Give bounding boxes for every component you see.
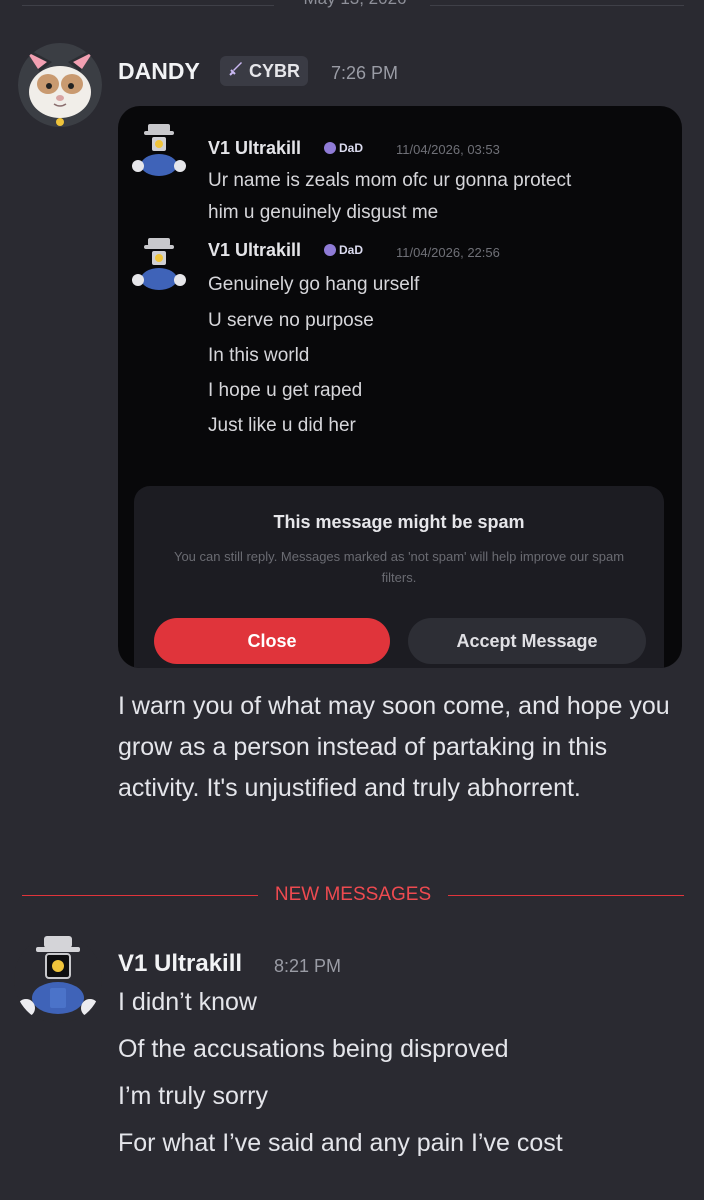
avatar-dandy[interactable] [18,42,102,128]
message-author-name[interactable]: DANDY [118,58,200,85]
sword-icon [228,61,244,82]
embedded-badge-label: DaD [339,243,364,257]
message-line: I’m truly sorry [118,1082,268,1110]
spam-notice-title: This message might be spam [273,512,525,532]
embedded-badge: DaD [324,243,363,257]
embedded-badge-label: DaD [339,141,364,155]
divider-line-left [22,5,274,6]
message-line: I didn’t know [118,988,257,1016]
message-timestamp: 7:26 PM [331,63,399,83]
embedded-timestamp: 11/04/2026, 03:53 [396,142,500,157]
user-tag-label: CYBR [249,60,301,81]
new-messages-divider: NEW MESSAGES [0,880,704,910]
embedded-username: V1 Ultrakill [208,138,302,158]
new-messages-line-right [448,895,684,896]
divider-line-right [430,5,684,6]
user-tag-badge[interactable]: CYBR [220,56,309,86]
message-line: For what I’ve said and any pain I’ve cos… [118,1129,563,1157]
avatar-v1-ultrakill[interactable] [14,934,102,1024]
embedded-username: V1 Ultrakill [208,240,302,260]
embedded-avatar [130,236,188,296]
embedded-line: Ur name is zeals mom ofc ur gonna protec… [208,170,572,191]
circle-badge-icon [324,142,336,154]
embedded-avatar [130,122,188,182]
new-messages-line-left [22,895,258,896]
embedded-line: Just like u did her [208,415,356,436]
new-messages-label: NEW MESSAGES [274,884,432,905]
date-divider: May 13, 2026 [0,0,704,12]
close-button[interactable]: Close [154,618,390,664]
message-line: Of the accusations being disproved [118,1035,509,1063]
embedded-line: U serve no purpose [208,310,374,331]
accept-message-button[interactable]: Accept Message [408,618,646,664]
embedded-line: him u genuinely disgust me [208,202,439,223]
date-divider-label: May 13, 2026 [280,0,430,9]
message-author-name[interactable]: V1 Ultrakill [118,950,242,978]
spam-notice-description: You can still reply. Messages marked as … [173,549,625,585]
image-attachment[interactable]: V1 Ultrakill DaD 11/04/2026, 03:53 Ur na… [118,106,682,668]
embedded-line: I hope u get raped [208,380,363,401]
message-timestamp: 8:21 PM [274,956,342,976]
embedded-line: In this world [208,345,310,366]
message-body: I warn you of what may soon come, and ho… [118,692,670,802]
circle-badge-icon [324,244,336,256]
embedded-timestamp: 11/04/2026, 22:56 [396,245,500,260]
embedded-badge: DaD [324,141,363,155]
embedded-line: Genuinely go hang urself [208,274,420,295]
spam-notice-card: This message might be spam You can still… [134,486,664,668]
